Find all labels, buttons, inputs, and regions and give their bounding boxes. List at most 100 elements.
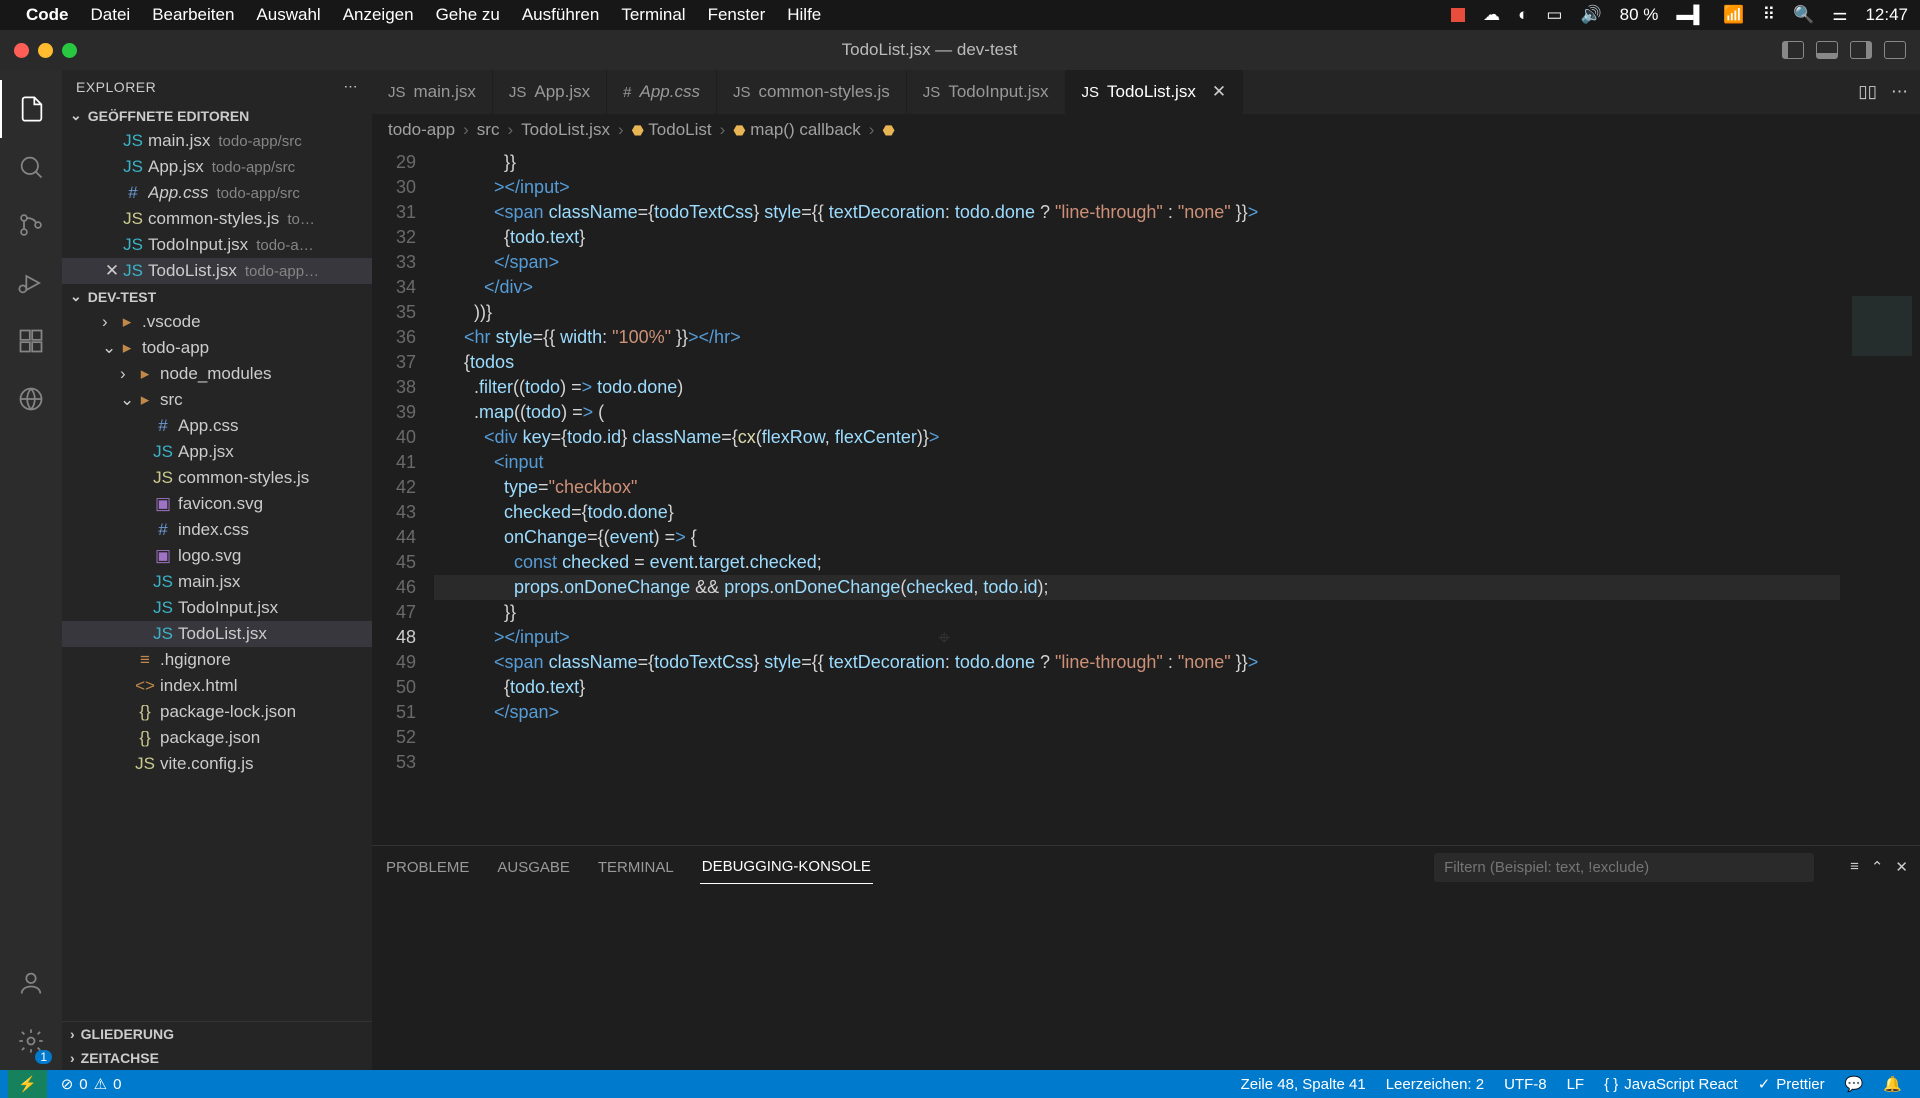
editor-tab[interactable]: JSApp.jsx bbox=[493, 70, 607, 114]
bell-icon[interactable]: 🔔 bbox=[1873, 1075, 1912, 1093]
close-icon[interactable]: ✕ bbox=[1212, 82, 1226, 102]
file-tree-item[interactable]: ›▸node_modules bbox=[62, 361, 372, 387]
menu-item[interactable]: Ausführen bbox=[522, 5, 600, 25]
code-content[interactable]: }} ></input> <span className={todoTextCs… bbox=[434, 146, 1840, 845]
editor-tab[interactable]: #App.css bbox=[607, 70, 717, 114]
menu-item[interactable]: Terminal bbox=[621, 5, 685, 25]
recording-icon[interactable] bbox=[1451, 8, 1465, 22]
errors-count[interactable]: ⊘ 0 ⚠ 0 bbox=[51, 1075, 132, 1093]
file-tree-item[interactable]: ≡.hgignore bbox=[62, 647, 372, 673]
language-mode[interactable]: { } JavaScript React bbox=[1594, 1076, 1748, 1093]
open-editor-item[interactable]: JScommon-styles.jsto… bbox=[62, 206, 372, 232]
open-editor-item[interactable]: JSTodoInput.jsxtodo-a… bbox=[62, 232, 372, 258]
eol[interactable]: LF bbox=[1557, 1076, 1595, 1093]
volume-icon[interactable]: 🔊 bbox=[1580, 5, 1601, 25]
panel-toggle-right-icon[interactable] bbox=[1850, 41, 1872, 59]
breadcrumb-item[interactable]: ⬣ map() callback bbox=[733, 120, 861, 140]
battery-icon[interactable]: ▬▌ bbox=[1676, 5, 1705, 25]
close-window-icon[interactable] bbox=[14, 43, 29, 58]
cloud-icon[interactable]: ☁ bbox=[1483, 5, 1500, 25]
account-icon[interactable] bbox=[0, 954, 62, 1012]
file-tree-item[interactable]: {}package-lock.json bbox=[62, 699, 372, 725]
editor-tab[interactable]: JSmain.jsx bbox=[372, 70, 493, 114]
breadcrumb-item[interactable]: todo-app bbox=[388, 120, 455, 140]
open-editor-item[interactable]: #App.csstodo-app/src bbox=[62, 180, 372, 206]
file-tree-item[interactable]: <>index.html bbox=[62, 673, 372, 699]
panel-toggle-left-icon[interactable] bbox=[1782, 41, 1804, 59]
panel-tab[interactable]: DEBUGGING-KONSOLE bbox=[700, 850, 873, 884]
file-tree-item[interactable]: ▣logo.svg bbox=[62, 543, 372, 569]
breadcrumb[interactable]: todo-app›src›TodoList.jsx›⬣ TodoList›⬣ m… bbox=[372, 114, 1920, 146]
encoding[interactable]: UTF-8 bbox=[1494, 1076, 1557, 1093]
layout-customize-icon[interactable] bbox=[1884, 41, 1906, 59]
open-editors-header[interactable]: ⌄ GEÖFFNETE EDITOREN bbox=[62, 103, 372, 128]
menubar-extra-icon[interactable]: ⠿ bbox=[1763, 5, 1775, 25]
file-tree-item[interactable]: JSApp.jsx bbox=[62, 439, 372, 465]
close-panel-icon[interactable]: ✕ bbox=[1895, 858, 1908, 876]
split-editor-icon[interactable]: ▯▯ bbox=[1858, 82, 1877, 102]
explorer-icon[interactable] bbox=[0, 80, 62, 138]
editor-tab[interactable]: JScommon-styles.js bbox=[717, 70, 907, 114]
panel-toggle-bottom-icon[interactable] bbox=[1816, 41, 1838, 59]
feedback-icon[interactable]: 💬 bbox=[1835, 1075, 1874, 1093]
menubar-app[interactable]: Code bbox=[26, 5, 69, 25]
prettier-status[interactable]: ✓ Prettier bbox=[1748, 1075, 1835, 1093]
display-icon[interactable]: ▭ bbox=[1546, 5, 1562, 25]
remote-icon[interactable] bbox=[0, 370, 62, 428]
more-icon[interactable]: ⋯ bbox=[344, 78, 359, 95]
open-editor-item[interactable]: JSmain.jsxtodo-app/src bbox=[62, 128, 372, 154]
extensions-icon[interactable] bbox=[0, 312, 62, 370]
clock[interactable]: 12:47 bbox=[1865, 5, 1908, 25]
menu-item[interactable]: Anzeigen bbox=[343, 5, 414, 25]
breadcrumb-item[interactable]: ⬣ bbox=[882, 120, 894, 140]
file-tree-item[interactable]: JSmain.jsx bbox=[62, 569, 372, 595]
menu-item[interactable]: Hilfe bbox=[787, 5, 821, 25]
minimize-window-icon[interactable] bbox=[38, 43, 53, 58]
menu-item[interactable]: Auswahl bbox=[256, 5, 320, 25]
editor-tab[interactable]: JSTodoInput.jsx bbox=[907, 70, 1066, 114]
file-tree-item[interactable]: {}package.json bbox=[62, 725, 372, 751]
control-center-icon[interactable]: ⚌ bbox=[1832, 5, 1847, 25]
debug-icon[interactable] bbox=[0, 254, 62, 312]
cursor-position[interactable]: Zeile 48, Spalte 41 bbox=[1231, 1076, 1376, 1093]
indent-setting[interactable]: Leerzeichen: 2 bbox=[1376, 1076, 1494, 1093]
panel-tab[interactable]: PROBLEME bbox=[384, 851, 471, 884]
filter-icon[interactable]: ≡ bbox=[1850, 858, 1859, 876]
file-tree-item[interactable]: JSTodoInput.jsx bbox=[62, 595, 372, 621]
minimap[interactable] bbox=[1840, 146, 1920, 845]
source-control-icon[interactable] bbox=[0, 196, 62, 254]
file-tree-item[interactable]: JScommon-styles.js bbox=[62, 465, 372, 491]
timeline-header[interactable]: › ZEITACHSE bbox=[62, 1046, 372, 1070]
menu-item[interactable]: Datei bbox=[91, 5, 131, 25]
remote-button[interactable]: ⚡ bbox=[8, 1070, 47, 1098]
file-tree-item[interactable]: JSvite.config.js bbox=[62, 751, 372, 777]
menu-item[interactable]: Bearbeiten bbox=[152, 5, 234, 25]
file-tree-item[interactable]: JSTodoList.jsx bbox=[62, 621, 372, 647]
project-header[interactable]: ⌄ DEV-TEST bbox=[62, 284, 372, 309]
file-tree-item[interactable]: ⌄▸src bbox=[62, 387, 372, 413]
file-tree-item[interactable]: ▣favicon.svg bbox=[62, 491, 372, 517]
more-icon[interactable]: ⋯ bbox=[1891, 82, 1908, 102]
editor-tab[interactable]: JSTodoList.jsx✕ bbox=[1066, 70, 1244, 114]
open-editor-item[interactable]: JSApp.jsxtodo-app/src bbox=[62, 154, 372, 180]
collapse-icon[interactable]: ⌃ bbox=[1871, 858, 1884, 876]
open-editor-item[interactable]: ✕JSTodoList.jsxtodo-app… bbox=[62, 258, 372, 284]
status-icon[interactable]: ◐ bbox=[1518, 5, 1528, 25]
breadcrumb-item[interactable]: src bbox=[477, 120, 500, 140]
file-tree-item[interactable]: ⌄▸todo-app bbox=[62, 335, 372, 361]
breadcrumb-item[interactable]: ⬣ TodoList bbox=[632, 120, 712, 140]
file-tree-item[interactable]: ›▸.vscode bbox=[62, 309, 372, 335]
file-tree-item[interactable]: #index.css bbox=[62, 517, 372, 543]
menu-item[interactable]: Gehe zu bbox=[436, 5, 500, 25]
wifi-icon[interactable]: 📶 bbox=[1723, 5, 1744, 25]
breadcrumb-item[interactable]: TodoList.jsx bbox=[521, 120, 610, 140]
search-icon[interactable] bbox=[0, 138, 62, 196]
file-tree-item[interactable]: #App.css bbox=[62, 413, 372, 439]
panel-filter-input[interactable] bbox=[1434, 853, 1814, 882]
panel-tab[interactable]: TERMINAL bbox=[596, 851, 676, 884]
maximize-window-icon[interactable] bbox=[62, 43, 77, 58]
traffic-lights[interactable] bbox=[14, 43, 77, 58]
search-icon[interactable]: 🔍 bbox=[1793, 5, 1814, 25]
code-editor[interactable]: 2930313233343536373839404142434445464748… bbox=[372, 146, 1920, 845]
settings-gear-icon[interactable]: 1 bbox=[0, 1012, 62, 1070]
